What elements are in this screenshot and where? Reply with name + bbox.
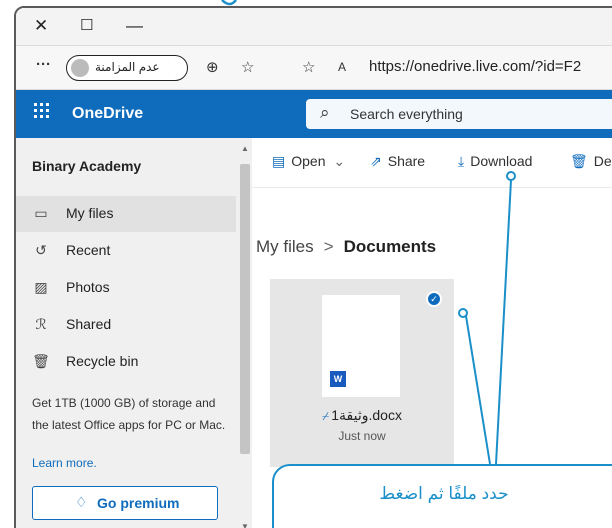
sidebar-item-recent[interactable]: ↺ Recent bbox=[16, 233, 236, 269]
close-window-button[interactable]: ✕ bbox=[34, 14, 48, 38]
delete-button[interactable]: 🗑 Del bbox=[570, 153, 612, 170]
command-bar: ▤ Open ⌄ ⇗ Share ⤓ Download 🗑 Del bbox=[252, 138, 612, 188]
document-thumbnail: W bbox=[322, 295, 400, 397]
sidebar-item-shared[interactable]: ℛ Shared bbox=[16, 307, 236, 343]
open-icon: ▤ bbox=[272, 153, 286, 169]
file-tile[interactable]: W ✓ ⌿ وثيقة1.docx Just now bbox=[270, 279, 454, 467]
download-label: Download bbox=[470, 153, 533, 169]
scroll-down-icon[interactable]: ▼ bbox=[241, 522, 249, 528]
file-name: ⌿ وثيقة1.docx bbox=[270, 407, 454, 424]
onedrive-app-bar: OneDrive ⌕ Search everything bbox=[16, 90, 612, 138]
search-icon: ⌕ bbox=[320, 103, 330, 122]
search-input[interactable]: ⌕ Search everything bbox=[306, 99, 612, 129]
breadcrumb: My files > Documents bbox=[256, 237, 436, 257]
share-icon: ⇗ bbox=[370, 153, 382, 169]
sidebar-item-label: My files bbox=[66, 205, 114, 221]
minimize-window-button[interactable]: — bbox=[126, 14, 143, 38]
sidebar-scrollbar[interactable]: ▲ ▼ bbox=[238, 142, 252, 528]
history-icon: ↺ bbox=[35, 242, 47, 258]
sidebar-item-label: Shared bbox=[66, 316, 112, 332]
selected-check-icon[interactable]: ✓ bbox=[426, 291, 442, 307]
profile-button[interactable]: عدم المزامنة bbox=[66, 55, 188, 81]
title-bar: ✕ ☐ — bbox=[16, 8, 612, 46]
callout-text: حدد ملفًا ثم اضغط bbox=[379, 484, 509, 503]
sidebar: Binary Academy ▭ My files ↺ Recent ▨ Pho… bbox=[16, 138, 252, 528]
sidebar-item-label: Photos bbox=[66, 279, 110, 295]
favorites-icon[interactable]: ☆ bbox=[241, 58, 254, 76]
word-icon: W bbox=[330, 371, 346, 387]
profile-label: عدم المزامنة bbox=[95, 60, 160, 74]
file-modified: Just now bbox=[338, 429, 386, 443]
app-launcher-icon[interactable] bbox=[34, 103, 50, 119]
go-premium-button[interactable]: ♢ Go premium bbox=[32, 486, 218, 520]
photo-icon: ▨ bbox=[34, 279, 48, 295]
sidebar-item-recycle-bin[interactable]: 🗑 Recycle bin bbox=[16, 344, 236, 380]
read-aloud-icon[interactable]: A bbox=[338, 60, 346, 74]
search-placeholder: Search everything bbox=[350, 106, 463, 122]
account-name: Binary Academy bbox=[32, 158, 142, 174]
open-label: Open bbox=[291, 153, 326, 169]
new-file-icon: ⌿ bbox=[322, 409, 330, 423]
add-favorite-icon[interactable]: ☆ bbox=[302, 58, 315, 76]
share-label: Share bbox=[387, 153, 426, 169]
go-premium-label: Go premium bbox=[97, 495, 180, 511]
scrollbar-thumb[interactable] bbox=[240, 164, 250, 454]
breadcrumb-parent[interactable]: My files bbox=[256, 237, 314, 256]
download-icon: ⤓ bbox=[458, 153, 465, 169]
avatar bbox=[71, 59, 89, 77]
download-button[interactable]: ⤓ Download bbox=[458, 153, 532, 170]
recycle-bin-icon: 🗑 bbox=[32, 353, 50, 369]
sidebar-item-label: Recent bbox=[66, 242, 111, 258]
instruction-callout: حدد ملفًا ثم اضغط bbox=[272, 464, 612, 528]
breadcrumb-separator: > bbox=[323, 237, 334, 256]
url-field[interactable]: https://onedrive.live.com/?id=F2 bbox=[369, 58, 581, 75]
delete-label: Del bbox=[593, 153, 612, 169]
maximize-window-button[interactable]: ☐ bbox=[80, 14, 93, 38]
address-toolbar: ··· عدم المزامنة ⊕ ☆ ☆ A https://onedriv… bbox=[16, 46, 612, 90]
diamond-icon: ♢ bbox=[75, 494, 88, 510]
folder-icon: ▭ bbox=[34, 205, 48, 221]
delete-icon: 🗑 bbox=[570, 153, 588, 169]
more-options-button[interactable]: ··· bbox=[36, 56, 51, 73]
sidebar-item-my-files[interactable]: ▭ My files bbox=[16, 196, 236, 232]
storage-promo-text: Get 1TB (1000 GB) of storage and the lat… bbox=[32, 396, 226, 432]
breadcrumb-current: Documents bbox=[343, 237, 437, 256]
shared-icon: ℛ bbox=[35, 316, 47, 332]
scroll-up-icon[interactable]: ▲ bbox=[241, 144, 249, 153]
learn-more-link[interactable]: Learn more. bbox=[32, 456, 97, 470]
sidebar-item-photos[interactable]: ▨ Photos bbox=[16, 270, 236, 306]
collections-icon[interactable]: ⊕ bbox=[206, 58, 219, 76]
brand-name[interactable]: OneDrive bbox=[72, 105, 143, 123]
share-button[interactable]: ⇗ Share bbox=[370, 153, 425, 170]
chevron-down-icon: ⌄ bbox=[333, 153, 346, 169]
file-name-text: وثيقة1.docx bbox=[331, 407, 402, 423]
open-button[interactable]: ▤ Open ⌄ bbox=[272, 153, 345, 170]
sidebar-item-label: Recycle bin bbox=[66, 353, 139, 369]
